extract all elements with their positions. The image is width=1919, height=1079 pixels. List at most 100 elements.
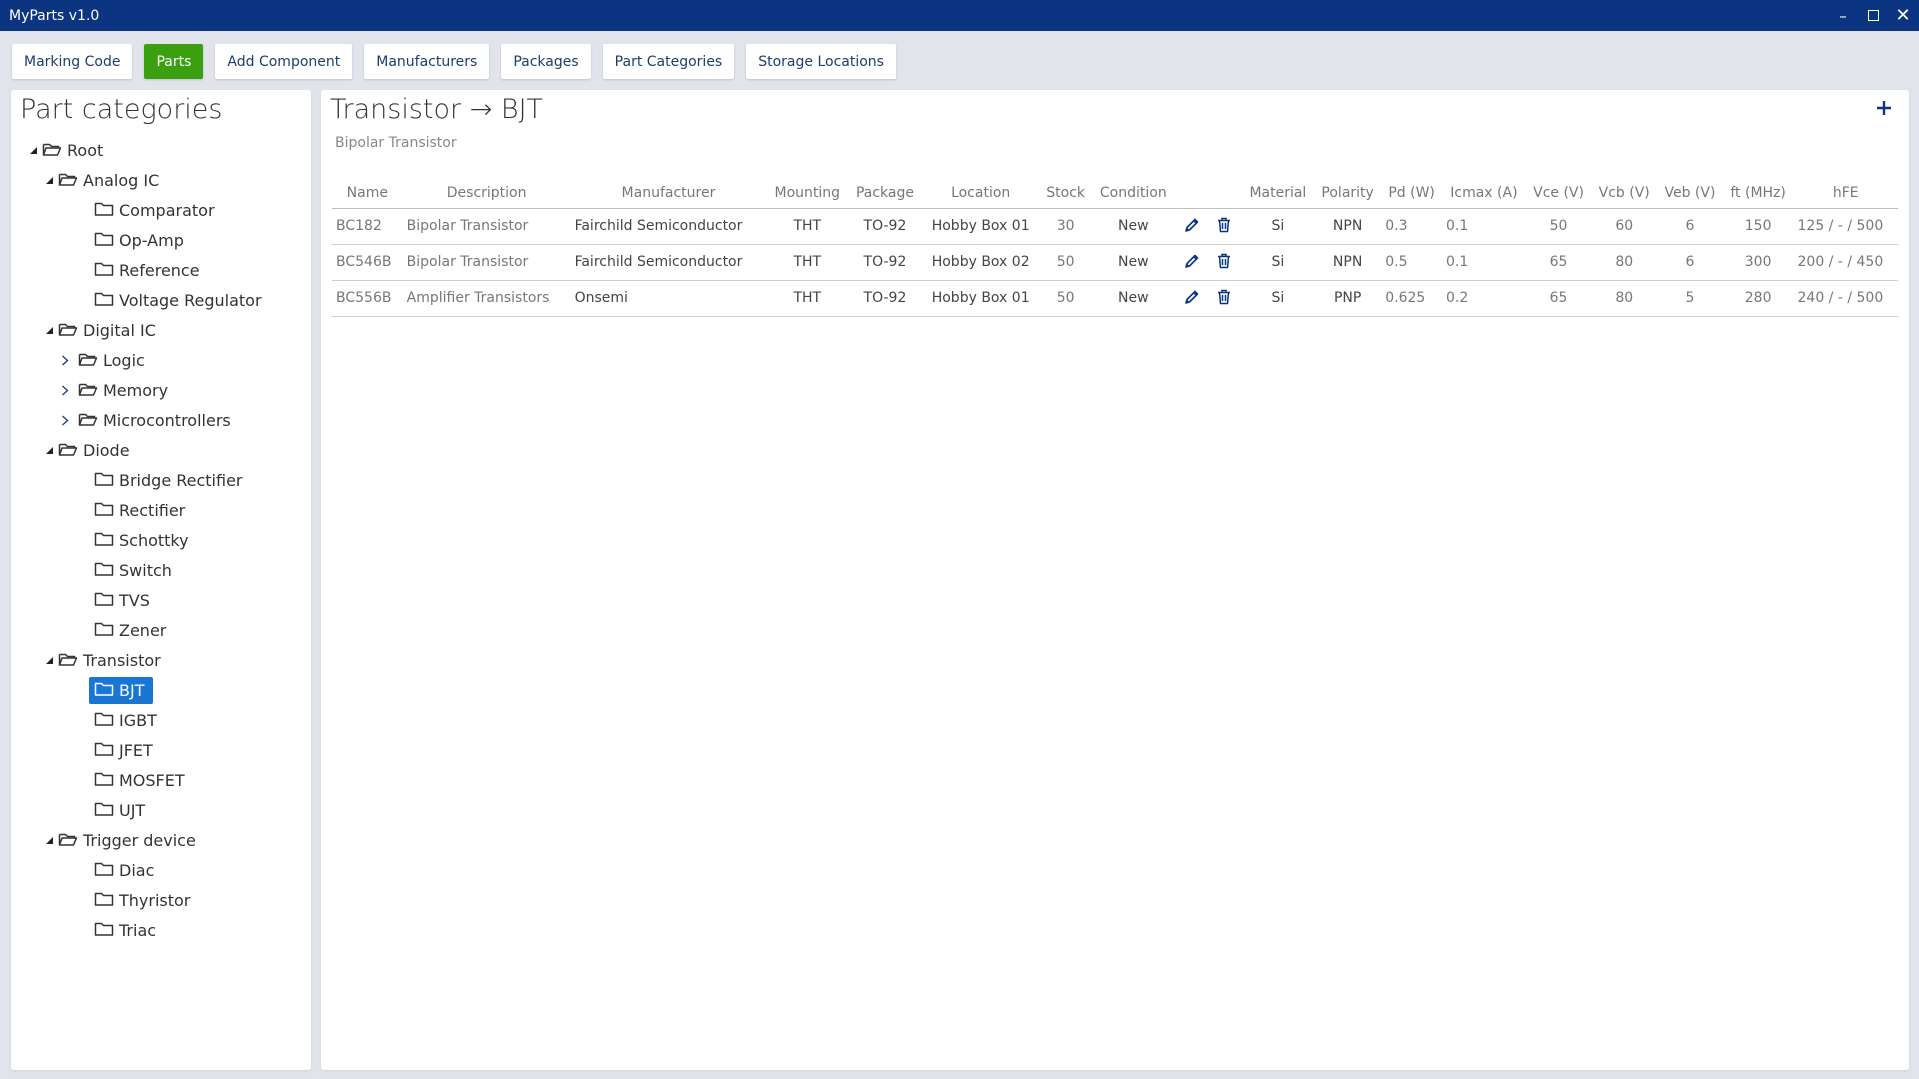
tab-parts[interactable]: Parts xyxy=(144,44,204,79)
close-button[interactable]: ✕ xyxy=(1887,0,1919,31)
column-header[interactable]: hFE xyxy=(1793,178,1898,209)
tree-item-label: Digital IC xyxy=(83,321,156,340)
column-header[interactable]: Name xyxy=(332,178,403,209)
expanded-triangle-icon[interactable] xyxy=(43,174,55,186)
cell-description: Bipolar Transistor xyxy=(402,208,571,245)
page-title: Transistor → BJT xyxy=(330,94,544,125)
cell-polarity: NPN xyxy=(1314,208,1382,245)
tab-part-categories[interactable]: Part Categories xyxy=(602,44,735,79)
tree-item-label: Logic xyxy=(103,351,145,370)
tree-item-memory[interactable]: Memory xyxy=(11,377,311,403)
tree-item-trigger-device[interactable]: Trigger device xyxy=(11,827,311,853)
column-header[interactable]: Vce (V) xyxy=(1525,178,1592,209)
cell-condition: New xyxy=(1091,244,1175,281)
folder-wrapper xyxy=(94,591,114,607)
folder-wrapper xyxy=(94,861,114,877)
tree-item-mosfet[interactable]: MOSFET xyxy=(11,767,311,793)
table-row[interactable]: BC546B Bipolar Transistor Fairchild Semico… xyxy=(332,244,1898,281)
column-header[interactable]: Vcb (V) xyxy=(1591,178,1658,209)
tree-item-label: Microcontrollers xyxy=(103,411,231,430)
tree-item-rectifier[interactable]: Rectifier xyxy=(11,497,311,523)
tab-marking-code[interactable]: Marking Code xyxy=(12,44,133,79)
delete-button[interactable] xyxy=(1214,251,1234,271)
tree-item-voltage-regulator[interactable]: Voltage Regulator xyxy=(11,287,311,313)
tree-item-op-amp[interactable]: Op-Amp xyxy=(11,227,311,253)
edit-button[interactable] xyxy=(1182,215,1202,235)
expanded-triangle-icon[interactable] xyxy=(43,444,55,456)
tab-bar: Marking Code Parts Add Component Manufac… xyxy=(12,44,896,80)
collapsed-chevron-icon[interactable] xyxy=(59,354,71,366)
cell-ft: 150 xyxy=(1722,208,1794,245)
edit-button[interactable] xyxy=(1182,251,1202,271)
tree-item-switch[interactable]: Switch xyxy=(11,557,311,583)
tree-item-triac[interactable]: Triac xyxy=(11,917,311,943)
tab-packages[interactable]: Packages xyxy=(501,44,591,79)
row-actions xyxy=(1174,208,1242,245)
column-header[interactable]: Stock xyxy=(1039,178,1092,209)
plus-icon xyxy=(1877,101,1891,115)
column-header[interactable]: Package xyxy=(848,178,922,209)
tree-item-jfet[interactable]: JFET xyxy=(11,737,311,763)
cell-veb: 5 xyxy=(1657,280,1723,317)
tree-item-label: Analog IC xyxy=(83,171,160,190)
tab-add-component[interactable]: Add Component xyxy=(215,44,353,79)
expanded-triangle-icon[interactable] xyxy=(43,834,55,846)
column-header[interactable]: Mounting xyxy=(766,178,849,209)
expanded-triangle-icon[interactable] xyxy=(27,144,39,156)
tree-item-logic[interactable]: Logic xyxy=(11,347,311,373)
collapsed-chevron-icon[interactable] xyxy=(59,414,71,426)
collapsed-chevron-icon[interactable] xyxy=(59,384,71,396)
tree-item-root[interactable]: Root xyxy=(11,137,311,163)
add-part-button[interactable] xyxy=(1871,96,1897,122)
tree-item-reference[interactable]: Reference xyxy=(11,257,311,283)
cell-name: BC556B xyxy=(332,280,403,317)
tree-item-microcontrollers[interactable]: Microcontrollers xyxy=(11,407,311,433)
folder-open-icon xyxy=(78,413,98,426)
expanded-triangle-icon[interactable] xyxy=(43,324,55,336)
column-header[interactable]: Icmax (A) xyxy=(1441,178,1526,209)
tree-item-comparator[interactable]: Comparator xyxy=(11,197,311,223)
tree-item-tvs[interactable]: TVS xyxy=(11,587,311,613)
column-header[interactable]: Polarity xyxy=(1314,178,1382,209)
maximize-button[interactable] xyxy=(1857,0,1889,31)
folder-open-icon xyxy=(78,353,98,366)
tree-item-igbt[interactable]: IGBT xyxy=(11,707,311,733)
column-header[interactable]: Material xyxy=(1241,178,1314,209)
column-header[interactable]: Pd (W) xyxy=(1381,178,1442,209)
pencil-icon xyxy=(1185,218,1199,232)
tree-item-diode[interactable]: Diode xyxy=(11,437,311,463)
tab-manufacturers[interactable]: Manufacturers xyxy=(364,44,490,79)
tree-item-bridge-rectifier[interactable]: Bridge Rectifier xyxy=(11,467,311,493)
delete-button[interactable] xyxy=(1214,215,1234,235)
expanded-triangle-icon[interactable] xyxy=(43,654,55,666)
tree-item-ujt[interactable]: UJT xyxy=(11,797,311,823)
tree-item-bjt[interactable]: BJT xyxy=(11,677,311,704)
delete-button[interactable] xyxy=(1214,287,1234,307)
folder-icon xyxy=(94,742,114,756)
column-header[interactable]: Location xyxy=(921,178,1040,209)
column-header[interactable]: Manufacturer xyxy=(570,178,767,209)
cell-pd: 0.625 xyxy=(1381,280,1442,317)
parts-table: Name Description Manufacturer Mounting Packa… xyxy=(332,178,1898,317)
column-header[interactable] xyxy=(1174,178,1242,209)
tree-item-thyristor[interactable]: Thyristor xyxy=(11,887,311,913)
tab-storage-locations[interactable]: Storage Locations xyxy=(746,44,896,79)
tree-item-digital-ic[interactable]: Digital IC xyxy=(11,317,311,343)
table-row[interactable]: BC182 Bipolar Transistor Fairchild Semicon… xyxy=(332,208,1898,245)
table-row[interactable]: BC556B Amplifier Transistors Onsemi THT TO-9… xyxy=(332,280,1898,317)
cell-icmax: 0.1 xyxy=(1441,244,1526,281)
column-header[interactable]: Condition xyxy=(1091,178,1175,209)
tree-item-transistor[interactable]: Transistor xyxy=(11,647,311,673)
tree-item-diac[interactable]: Diac xyxy=(11,857,311,883)
column-header[interactable]: Veb (V) xyxy=(1657,178,1723,209)
column-header[interactable]: Description xyxy=(402,178,571,209)
title-bar: MyParts v1.0 – ✕ xyxy=(0,0,1919,31)
edit-button[interactable] xyxy=(1182,287,1202,307)
column-header[interactable]: ft (MHz) xyxy=(1722,178,1794,209)
tree-item-zener[interactable]: Zener xyxy=(11,617,311,643)
tree-item-analog-ic[interactable]: Analog IC xyxy=(11,167,311,193)
minimize-button[interactable]: – xyxy=(1827,0,1859,31)
tree-item-label: Rectifier xyxy=(119,501,186,520)
cell-pd: 0.3 xyxy=(1381,208,1442,245)
tree-item-schottky[interactable]: Schottky xyxy=(11,527,311,553)
